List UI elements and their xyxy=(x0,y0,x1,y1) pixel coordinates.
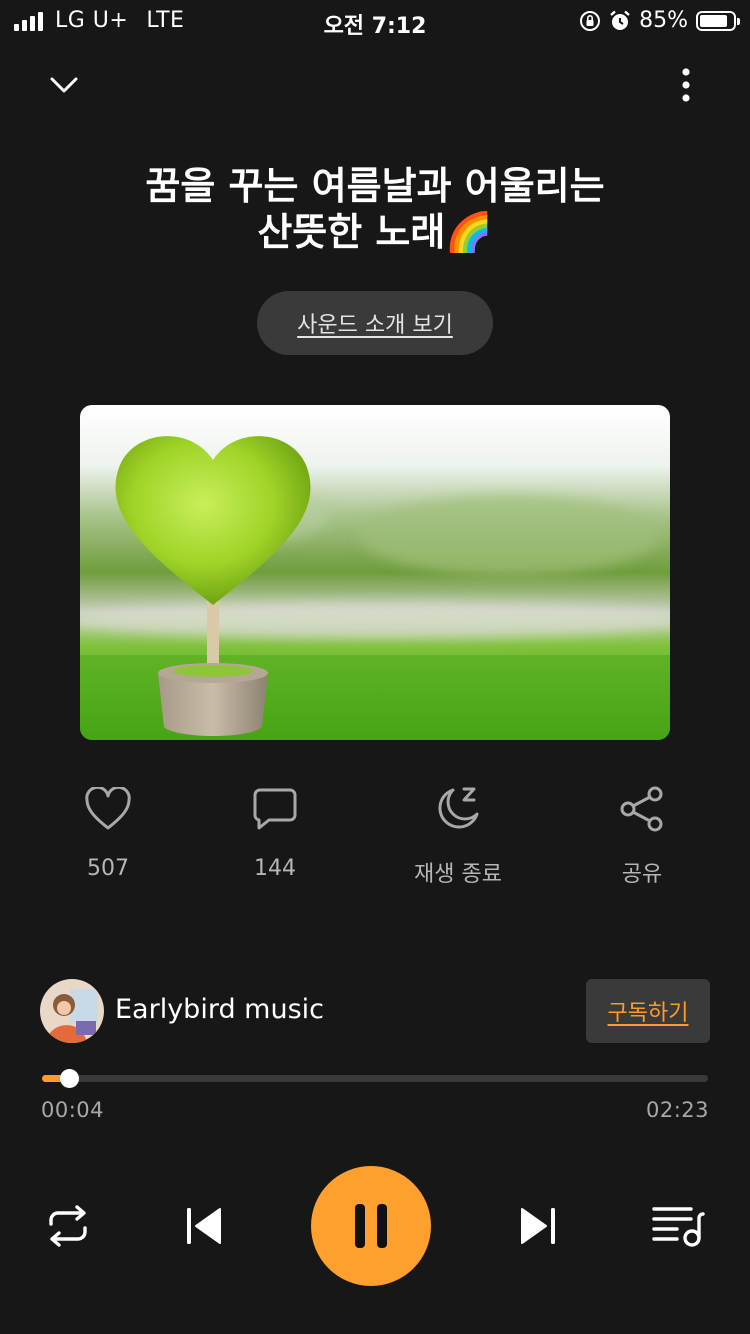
sleep-timer-button[interactable]: 재생 종료 xyxy=(383,780,533,888)
collapse-button[interactable] xyxy=(39,60,89,110)
subscribe-button[interactable]: 구독하기 xyxy=(586,979,710,1043)
status-bar: LG U+ LTE 오전 7:12 85% xyxy=(0,0,750,42)
alarm-icon xyxy=(610,10,630,30)
previous-icon xyxy=(187,1208,221,1244)
progress-knob[interactable] xyxy=(59,1069,79,1088)
comment-button[interactable]: 144 xyxy=(200,780,350,881)
like-button[interactable]: 507 xyxy=(33,780,183,881)
orientation-lock-icon xyxy=(580,10,601,31)
playlist-button[interactable] xyxy=(646,1196,710,1256)
heart-icon xyxy=(85,787,131,830)
share-label: 공유 xyxy=(621,862,663,887)
sound-title: 꿈을 꾸는 여름날과 어울리는 산뜻한 노래🌈 xyxy=(60,163,690,255)
share-icon xyxy=(620,786,663,832)
playlist-icon xyxy=(652,1207,705,1247)
pause-button[interactable] xyxy=(311,1166,431,1286)
sleep-timer-icon xyxy=(438,787,479,829)
previous-button[interactable] xyxy=(174,1196,234,1256)
title-line-1: 꿈을 꾸는 여름날과 어울리는 xyxy=(145,164,605,208)
comment-count: 144 xyxy=(254,856,296,881)
status-right: 85% xyxy=(579,8,740,33)
more-options-button[interactable] xyxy=(661,60,711,110)
progress-bar[interactable] xyxy=(42,1069,708,1088)
more-vertical-icon xyxy=(682,68,690,102)
share-button[interactable]: 공유 xyxy=(567,780,717,888)
battery-icon xyxy=(696,10,740,31)
title-line-2: 산뜻한 노래🌈 xyxy=(257,210,493,254)
sleep-timer-label: 재생 종료 xyxy=(414,862,502,887)
chevron-down-icon xyxy=(50,77,78,93)
pause-icon xyxy=(355,1204,387,1248)
repeat-icon xyxy=(49,1205,87,1247)
total-duration: 02:23 xyxy=(645,1098,709,1122)
avatar-illustration xyxy=(40,979,104,1043)
cover-image xyxy=(80,405,670,740)
comment-icon xyxy=(253,788,297,830)
heart-tree-illustration xyxy=(80,405,670,740)
channel-name[interactable]: Earlybird music xyxy=(115,994,324,1025)
sound-intro-button[interactable]: 사운드 소개 보기 xyxy=(257,291,493,355)
battery-percent: 85% xyxy=(639,8,688,33)
elapsed-time: 00:04 xyxy=(41,1098,105,1122)
next-icon xyxy=(521,1208,555,1244)
next-button[interactable] xyxy=(508,1196,568,1256)
like-count: 507 xyxy=(87,856,129,881)
channel-avatar[interactable] xyxy=(40,979,104,1043)
repeat-button[interactable] xyxy=(38,1196,98,1256)
